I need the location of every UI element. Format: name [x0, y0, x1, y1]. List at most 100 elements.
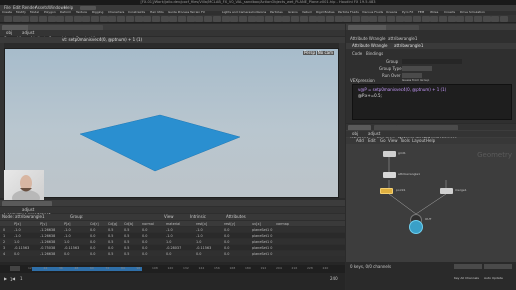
shelf-tool-icon[interactable]	[308, 16, 317, 22]
sheet-column-header[interactable]: material	[166, 222, 180, 226]
shelf-tab-terrain-fx[interactable]: Terrain FX	[190, 11, 205, 14]
sheet-column-header[interactable]: rest[y]	[224, 222, 235, 226]
shelf-tab-grains[interactable]: Grains	[288, 11, 298, 14]
sheet-column-header[interactable]: Cd[r]	[90, 222, 99, 226]
field-group-type-select[interactable]: Guess from Group	[402, 66, 432, 82]
shelf-tab-create[interactable]: Create	[2, 11, 12, 14]
shelf-tool-icon[interactable]	[473, 16, 482, 22]
shelf-tool-icon[interactable]	[256, 16, 265, 22]
shelf-tool-icon[interactable]	[325, 16, 334, 22]
scene-viewport[interactable]: Persp No cam	[4, 48, 339, 198]
table-row[interactable]: 3 -0.11563 -0.75038 -0.11563 0.0 0.0 0.5 0.0 -0.…	[0, 245, 345, 250]
shelf-tool-icon[interactable]	[247, 16, 256, 22]
shelf-tool-icon[interactable]	[134, 16, 143, 22]
timeline-bar[interactable]: 12 24 36 48 60 72 84 96 108 120 132 144 156 168 180 192…	[0, 265, 345, 273]
shelf-tool-icon[interactable]	[238, 16, 247, 22]
shelf-tool-icon[interactable]	[38, 16, 47, 22]
shelf-tool-icon[interactable]	[82, 16, 91, 22]
shelf-tool-icon[interactable]	[412, 16, 421, 22]
viewport-path-node[interactable]: adjust	[22, 31, 34, 35]
viewport-path-obj[interactable]: obj	[6, 31, 12, 35]
shelf-tool-icon[interactable]	[334, 16, 343, 22]
shelf-tool-icon[interactable]	[499, 16, 508, 22]
shelf-tab-modify[interactable]: Modify	[16, 11, 26, 14]
shelf-tab-wires[interactable]: Wires	[430, 11, 438, 14]
sheet-intrinsic-label[interactable]: Intrinsic	[190, 215, 206, 219]
shelf-tab-lights-cameras[interactable]: Lights and Cameras	[222, 11, 252, 14]
key-all-channels-button[interactable]: Key All Channels	[454, 264, 482, 280]
table-row[interactable]: 2 1.0 -1.26638 1.0 0.0 0.5 0.5 0.0 1.0 1.0 0.0 plan…	[0, 239, 345, 244]
sheet-column-header[interactable]: Cd[b]	[124, 222, 133, 226]
shelf-tool-icon[interactable]	[169, 16, 178, 22]
shelf-tab-particles[interactable]: Particles	[270, 11, 283, 14]
shelf-tab-fem[interactable]: FEM	[418, 11, 424, 14]
sheet-column-header[interactable]: P[x]	[14, 222, 21, 226]
shelf-tool-icon[interactable]	[360, 16, 369, 22]
node-point1[interactable]	[380, 188, 393, 194]
frame-field[interactable]: 1	[10, 266, 20, 282]
shelf-tab-crowds[interactable]: Crowds	[444, 11, 455, 14]
table-row[interactable]: 4 0.0 -1.26638 0.0 0.0 0.5 0.5 0.0 0.0 0.0 0.0 plan…	[0, 251, 345, 256]
field-group-input[interactable]	[402, 59, 462, 64]
shelf-tool-icon[interactable]	[439, 16, 447, 22]
step-back-button[interactable]: ◀	[12, 277, 15, 281]
shelf-tool-icon[interactable]	[430, 16, 439, 22]
shelf-tool-icon[interactable]	[99, 16, 108, 22]
shelf-tool-icon[interactable]	[491, 16, 500, 22]
shelf-tool-icon[interactable]	[186, 16, 195, 22]
node-display-flag[interactable]	[409, 220, 423, 234]
table-row[interactable]: 1 -1.0 -1.26638 -1.0 0.0 0.5 0.5 0.0 -1.0 -1.0 0.0…	[0, 233, 345, 238]
shelf-tool-icon[interactable]	[12, 16, 21, 22]
shelf-tool-icon[interactable]	[91, 16, 99, 22]
shelf-tool-icon[interactable]	[64, 16, 73, 22]
tab-geometry-spreadsheet[interactable]: Geometry Spreadsheet	[2, 200, 53, 216]
subtab-bindings[interactable]: Bindings	[366, 51, 383, 56]
shelf-tab-drive-simulation[interactable]: Drive Simulation	[460, 11, 485, 14]
shelf-tab-collisions[interactable]: Collisions	[252, 11, 266, 14]
shelf-tab-characters[interactable]: Characters	[108, 11, 124, 14]
range-start[interactable]: 1	[20, 277, 23, 281]
play-button[interactable]: ▶	[4, 277, 7, 281]
shelf-tab-rigid-bodies[interactable]: Rigid Bodies	[316, 11, 335, 14]
field-run-over-select[interactable]: Points	[402, 73, 422, 89]
shelf-tool-icon[interactable]	[4, 16, 12, 22]
sheet-column-header[interactable]: uv[x]	[252, 222, 261, 226]
shelf-tool-icon[interactable]	[378, 16, 387, 22]
shelf-tool-icon[interactable]	[352, 16, 360, 22]
sheet-column-header[interactable]: P[z]	[64, 222, 70, 226]
node-merge1[interactable]	[440, 188, 453, 194]
tab-scene-view[interactable]: Scene View	[2, 24, 29, 40]
shelf-tool-icon[interactable]	[108, 16, 117, 22]
shelf-tool-icon[interactable]	[56, 16, 65, 22]
shelf-tool-icon[interactable]	[291, 16, 300, 22]
shelf-tool-icon[interactable]	[221, 16, 230, 22]
shelf-tool-icon[interactable]	[143, 16, 152, 22]
shelf-tool-icon[interactable]	[482, 16, 491, 22]
shelf-tool-icon[interactable]	[456, 16, 465, 22]
node-grid1[interactable]	[383, 151, 396, 157]
node-attribwrangle1[interactable]	[383, 172, 396, 178]
sheet-column-header[interactable]: P[y]	[40, 222, 47, 226]
shelf-tab-pyro-fx[interactable]: Pyro FX	[402, 11, 413, 14]
shelf-tool-icon[interactable]	[160, 16, 169, 22]
tab-attribute-spreadsheet[interactable]: Attribute Spreadsheet	[28, 24, 77, 40]
shelf-tab-hair-utils[interactable]: Hair Utils	[150, 11, 164, 14]
shelf-tool-icon[interactable]	[343, 16, 352, 22]
shelf-tool-icon[interactable]	[195, 16, 204, 22]
shelf-tool-icon[interactable]	[125, 16, 134, 22]
range-end[interactable]: 240	[330, 277, 338, 281]
shelf-tool-icon[interactable]	[30, 16, 39, 22]
shelf-tool-icon[interactable]	[230, 16, 239, 22]
sheet-column-header[interactable]: rest[x]	[196, 222, 207, 226]
vex-code-editor[interactable]: v@P = setp0manisvec4(0, @ptnum) + 1 (1) …	[352, 84, 512, 120]
shelf-tool-icon[interactable]	[369, 16, 378, 22]
table-row[interactable]: 0 -1.0 -1.26638 -1.0 0.0 0.5 0.5 0.0 -1.0 -1.0 0.0…	[0, 227, 345, 232]
param-node-name[interactable]: attribwrangle1	[394, 44, 423, 48]
shelf-tab-texture[interactable]: Texture	[76, 11, 87, 14]
shelf-tool-icon[interactable]	[447, 16, 456, 22]
sheet-view-label[interactable]: View	[164, 215, 174, 219]
shelf-tool-icon[interactable]	[204, 16, 213, 22]
shelf-tool-icon[interactable]	[21, 16, 30, 22]
shelf-tab-oceans[interactable]: Oceans	[386, 11, 397, 14]
sheet-column-header[interactable]: normal	[142, 222, 154, 226]
